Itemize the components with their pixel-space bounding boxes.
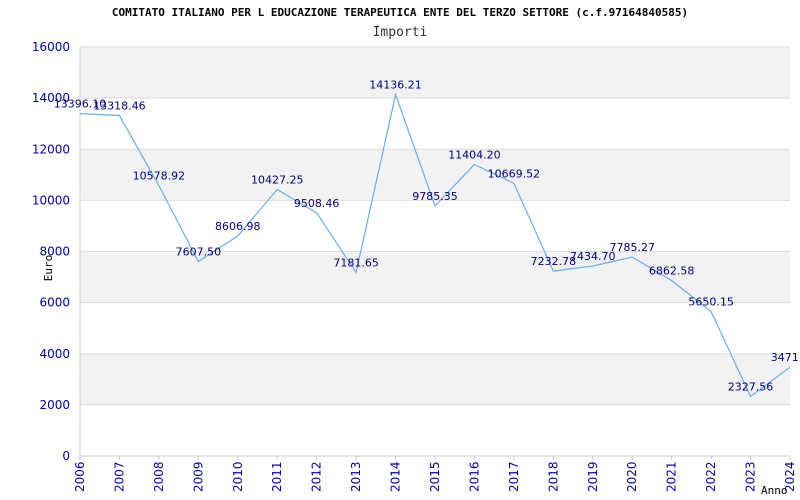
data-label: 10578.92 <box>133 170 186 183</box>
x-tick-label: 2014 <box>389 461 403 492</box>
x-tick-label: 2017 <box>507 461 521 492</box>
x-tick-label: 2018 <box>546 461 560 492</box>
background-band <box>80 47 790 99</box>
x-tick-label: 2006 <box>73 461 87 492</box>
x-tick-label: 2012 <box>310 461 324 492</box>
x-tick-label: 2013 <box>349 461 363 492</box>
y-tick-label: 16000 <box>32 40 70 54</box>
data-label: 6862.58 <box>649 265 695 278</box>
x-tick-labels: 2006 2007 2008 2009 2010 2011 2012 2013 2014 2015… <box>73 461 797 492</box>
data-label: 8606.98 <box>215 220 261 233</box>
x-tick-label: 2011 <box>270 461 284 492</box>
x-tick-label: 2019 <box>586 461 600 492</box>
y-tick-label: 0 <box>62 449 70 463</box>
data-label: 7181.65 <box>333 256 379 269</box>
x-tick-label: 2022 <box>704 461 718 492</box>
data-label: 9508.46 <box>294 197 340 210</box>
background-bands <box>80 47 790 405</box>
x-tick-label: 2009 <box>191 461 205 492</box>
background-band <box>80 353 790 405</box>
y-tick-label: 6000 <box>39 296 70 310</box>
data-label: 11404.20 <box>448 148 501 161</box>
x-tick-label: 2020 <box>625 461 639 492</box>
x-tick-label: 2016 <box>467 461 481 492</box>
data-label: 10669.52 <box>488 167 541 180</box>
data-label: 10427.25 <box>251 173 304 186</box>
data-label: 5650.15 <box>688 296 734 309</box>
data-label: 2327.56 <box>728 381 774 394</box>
data-label: 14136.21 <box>369 79 422 92</box>
line-chart: 0200040006000800010000120001400016000 20… <box>32 40 800 497</box>
y-tick-label: 12000 <box>32 142 70 156</box>
x-tick-label: 2021 <box>665 461 679 492</box>
x-tick-label: 2015 <box>428 461 442 492</box>
x-tick-label: 2010 <box>231 461 245 492</box>
data-labels: 13396.1013318.4610578.927607.508606.9810… <box>54 79 800 394</box>
data-label: 3471.9 <box>771 351 800 364</box>
x-axis-label: Anno <box>761 484 788 497</box>
x-tick-label: 2007 <box>112 461 126 492</box>
x-tick-label: 2008 <box>152 461 166 492</box>
data-label: 7785.27 <box>609 241 655 254</box>
y-tick-label: 2000 <box>39 398 70 412</box>
y-tick-label: 10000 <box>32 193 70 207</box>
data-label: 7607.50 <box>176 246 222 259</box>
data-label: 13318.46 <box>93 100 146 113</box>
data-label: 9785.35 <box>412 190 458 203</box>
x-tick-label: 2023 <box>744 461 758 492</box>
y-axis-label: Euro <box>42 255 55 282</box>
y-tick-label: 4000 <box>39 347 70 361</box>
